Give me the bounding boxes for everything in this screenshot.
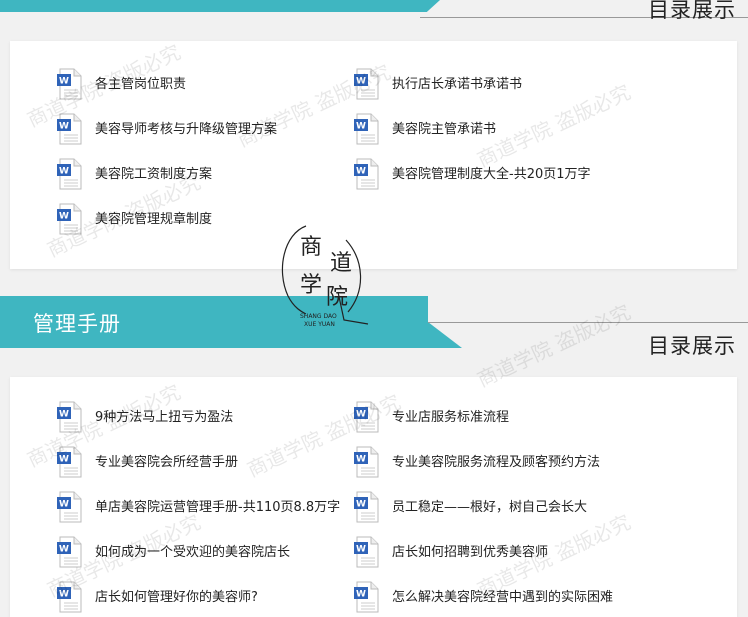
doc-item-label: 怎么解决美容院经营中遇到的实际困难 bbox=[392, 589, 614, 605]
doc-item[interactable]: W 专业店服务标准流程 bbox=[353, 401, 509, 433]
doc-item-label: 美容院主管承诺书 bbox=[392, 121, 497, 137]
doc-item-label: 美容院管理制度大全-共20页1万字 bbox=[392, 166, 591, 182]
doc-item[interactable]: W 店长如何招聘到优秀美容师 bbox=[353, 536, 548, 568]
word-document-icon: W bbox=[56, 401, 84, 433]
section-header-tail bbox=[428, 322, 462, 348]
svg-text:道: 道 bbox=[330, 251, 352, 276]
word-document-icon: W bbox=[56, 158, 84, 190]
svg-text:学: 学 bbox=[300, 273, 322, 298]
svg-text:W: W bbox=[356, 590, 366, 600]
doc-item-label: 店长如何管理好你的美容师? bbox=[95, 589, 258, 605]
svg-text:W: W bbox=[356, 77, 366, 87]
doc-item[interactable]: W 美容导师考核与升降级管理方案 bbox=[56, 113, 277, 145]
section-divider bbox=[428, 322, 748, 323]
word-document-icon: W bbox=[353, 158, 381, 190]
svg-text:W: W bbox=[59, 500, 69, 510]
doc-item-label: 员工稳定——根好，树自己会长大 bbox=[392, 499, 588, 515]
doc-item-label: 专业美容院会所经营手册 bbox=[95, 454, 239, 470]
doc-item-label: 专业美容院服务流程及顾客预约方法 bbox=[392, 454, 601, 470]
catalog-heading: 目录展示 bbox=[648, 0, 736, 22]
doc-item[interactable]: W 店长如何管理好你的美容师? bbox=[56, 581, 258, 613]
svg-text:W: W bbox=[59, 410, 69, 420]
document-list-card: W 9种方法马上扭亏为盈法 W 专业美容院会所经营手册 W 单店美容院运营管理手… bbox=[10, 377, 737, 617]
doc-item[interactable]: W 怎么解决美容院经营中遇到的实际困难 bbox=[353, 581, 613, 613]
svg-text:W: W bbox=[356, 122, 366, 132]
doc-item[interactable]: W 执行店长承诺书承诺书 bbox=[353, 68, 522, 100]
svg-text:W: W bbox=[59, 455, 69, 465]
svg-text:院: 院 bbox=[326, 285, 348, 310]
doc-item-label: 店长如何招聘到优秀美容师 bbox=[392, 544, 549, 560]
doc-item-label: 美容导师考核与升降级管理方案 bbox=[95, 121, 278, 137]
svg-text:商: 商 bbox=[300, 235, 322, 260]
svg-text:W: W bbox=[356, 455, 366, 465]
doc-item[interactable]: W 各主管岗位职责 bbox=[56, 68, 186, 100]
word-document-icon: W bbox=[56, 446, 84, 478]
doc-item[interactable]: W 专业美容院服务流程及顾客预约方法 bbox=[353, 446, 600, 478]
svg-text:W: W bbox=[356, 500, 366, 510]
word-document-icon: W bbox=[56, 581, 84, 613]
word-document-icon: W bbox=[56, 68, 84, 100]
word-document-icon: W bbox=[56, 491, 84, 523]
word-document-icon: W bbox=[353, 401, 381, 433]
doc-item[interactable]: W 9种方法马上扭亏为盈法 bbox=[56, 401, 233, 433]
doc-item[interactable]: W 如何成为一个受欢迎的美容院店长 bbox=[56, 536, 290, 568]
header-band bbox=[0, 0, 440, 12]
catalog-heading: 目录展示 bbox=[648, 334, 736, 358]
word-document-icon: W bbox=[56, 203, 84, 235]
shangdao-logo: 商 道 学 院 SHANG DAO XUE YUAN bbox=[276, 220, 374, 328]
svg-text:W: W bbox=[356, 545, 366, 555]
doc-item-label: 美容院工资制度方案 bbox=[95, 166, 213, 182]
doc-item-label: 9种方法马上扭亏为盈法 bbox=[95, 409, 234, 425]
word-document-icon: W bbox=[56, 536, 84, 568]
word-document-icon: W bbox=[353, 113, 381, 145]
word-document-icon: W bbox=[56, 113, 84, 145]
section-title: 管理手册 bbox=[33, 312, 121, 336]
doc-item-label: 执行店长承诺书承诺书 bbox=[392, 76, 523, 92]
svg-text:W: W bbox=[59, 77, 69, 87]
svg-text:XUE YUAN: XUE YUAN bbox=[304, 321, 335, 328]
doc-item[interactable]: W 单店美容院运营管理手册-共110页8.8万字 bbox=[56, 491, 350, 523]
doc-item-label: 各主管岗位职责 bbox=[95, 76, 187, 92]
word-document-icon: W bbox=[353, 491, 381, 523]
svg-text:W: W bbox=[59, 122, 69, 132]
doc-item-label: 美容院管理规章制度 bbox=[95, 211, 213, 227]
svg-text:W: W bbox=[59, 212, 69, 222]
doc-item-label: 专业店服务标准流程 bbox=[392, 409, 510, 425]
doc-item[interactable]: W 美容院主管承诺书 bbox=[353, 113, 496, 145]
doc-item[interactable]: W 美容院工资制度方案 bbox=[56, 158, 212, 190]
doc-item[interactable]: W 专业美容院会所经营手册 bbox=[56, 446, 238, 478]
word-document-icon: W bbox=[353, 68, 381, 100]
svg-text:SHANG DAO: SHANG DAO bbox=[300, 313, 337, 320]
svg-text:W: W bbox=[356, 410, 366, 420]
word-document-icon: W bbox=[353, 446, 381, 478]
doc-item[interactable]: W 美容院管理制度大全-共20页1万字 bbox=[353, 158, 591, 190]
doc-item[interactable]: W 员工稳定——根好，树自己会长大 bbox=[353, 491, 587, 523]
svg-text:W: W bbox=[59, 167, 69, 177]
svg-text:W: W bbox=[356, 167, 366, 177]
doc-item[interactable]: W 美容院管理规章制度 bbox=[56, 203, 212, 235]
word-document-icon: W bbox=[353, 536, 381, 568]
word-document-icon: W bbox=[353, 581, 381, 613]
doc-item-label: 如何成为一个受欢迎的美容院店长 bbox=[95, 544, 291, 560]
svg-text:W: W bbox=[59, 545, 69, 555]
doc-item-label: 单店美容院运营管理手册-共110页8.8万字 bbox=[95, 499, 341, 515]
svg-text:W: W bbox=[59, 590, 69, 600]
